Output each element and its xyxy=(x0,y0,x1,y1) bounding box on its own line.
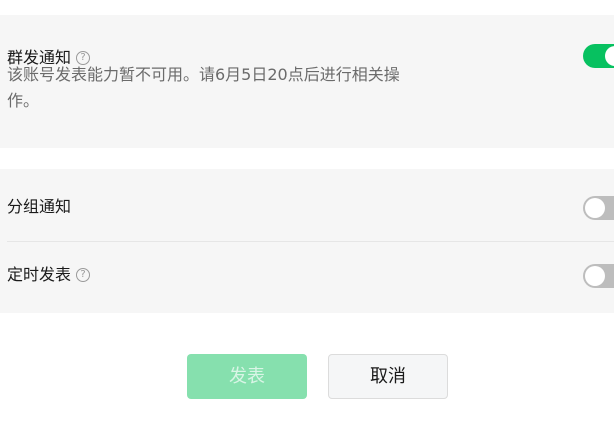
group-by-tag-toggle[interactable] xyxy=(583,196,614,220)
publish-button[interactable]: 发表 xyxy=(187,354,307,399)
toggle-knob xyxy=(585,198,605,218)
toggle-knob xyxy=(585,266,605,286)
scheduled-toggle[interactable] xyxy=(583,264,614,288)
row-divider xyxy=(7,241,614,242)
scheduled-label: 定时发表 xyxy=(7,265,72,284)
scheduled-label-row: 定时发表 ? xyxy=(7,265,91,285)
help-circle-icon[interactable]: ? xyxy=(76,268,91,282)
cancel-button[interactable]: 取消 xyxy=(328,354,448,399)
group-notice-description: 该账号发表能力暂不可用。请6月5日20点后进行相关操作。 xyxy=(7,65,400,110)
group-notice-toggle[interactable] xyxy=(583,44,614,68)
group-by-tag-label-row: 分组通知 xyxy=(7,197,71,217)
publish-settings-page: 群发通知 ? 该账号发表能力暂不可用。请6月5日20点后进行相关操作。 分组通知… xyxy=(0,0,614,427)
toggle-knob xyxy=(605,46,614,66)
group-by-tag-label: 分组通知 xyxy=(7,197,72,216)
